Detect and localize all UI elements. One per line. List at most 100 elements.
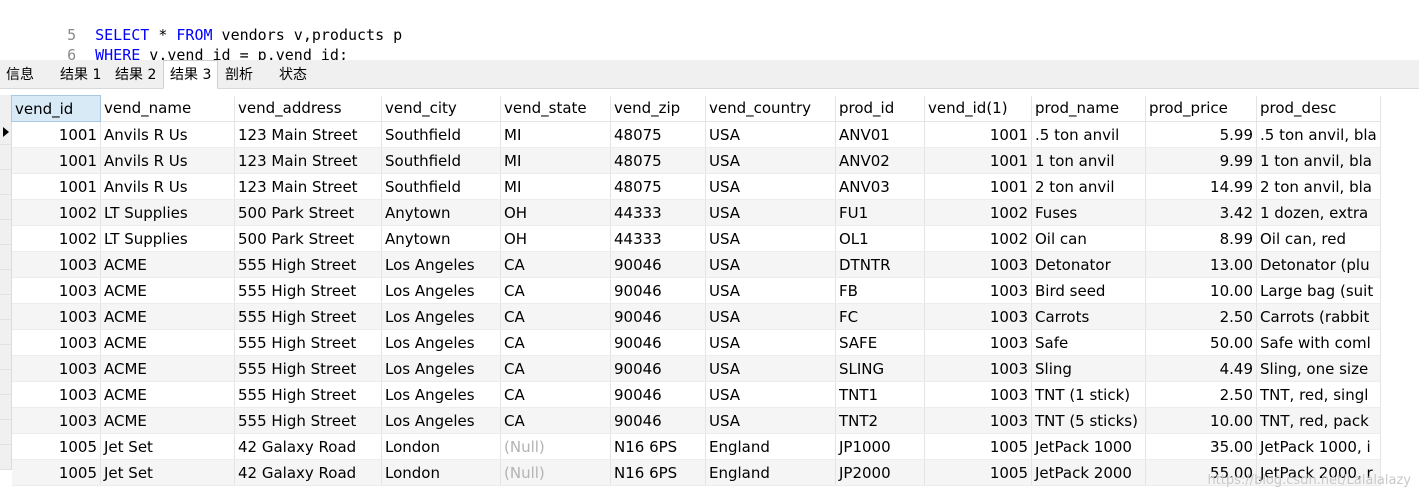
table-cell[interactable]: 1003	[11, 355, 101, 382]
table-cell[interactable]: (Null)	[500, 459, 611, 486]
table-cell[interactable]: FU1	[835, 199, 925, 226]
table-cell[interactable]: Los Angeles	[381, 251, 501, 278]
sql-editor[interactable]: 5 SELECT * FROM vendors v,products p 6 WHE…	[0, 0, 1419, 64]
table-cell[interactable]: 90046	[610, 277, 706, 304]
table-cell[interactable]: 1003	[924, 329, 1032, 356]
table-cell[interactable]: 1003	[924, 381, 1032, 408]
row-header[interactable]	[0, 295, 11, 320]
tab-result-1[interactable]: 结果 1	[54, 63, 107, 87]
table-cell[interactable]: USA	[705, 199, 836, 226]
table-cell[interactable]: 555 High Street	[234, 251, 382, 278]
table-row[interactable]: 1003 ACME 555 High Street Los Angeles CA 9004…	[11, 329, 1381, 356]
code-line-6[interactable]: 6 WHERE v.vend_id = p.vend_id;	[0, 25, 348, 64]
table-cell[interactable]: ACME	[100, 251, 235, 278]
table-cell[interactable]: 48075	[610, 121, 706, 148]
table-cell[interactable]: 48075	[610, 173, 706, 200]
table-cell[interactable]: 9.99	[1145, 147, 1257, 174]
table-cell[interactable]: 555 High Street	[234, 303, 382, 330]
table-cell[interactable]: Safe	[1031, 329, 1146, 356]
table-cell[interactable]: 1003	[11, 277, 101, 304]
table-cell[interactable]: Oil can	[1031, 225, 1146, 252]
table-cell[interactable]: USA	[705, 147, 836, 174]
table-cell[interactable]: DTNTR	[835, 251, 925, 278]
table-cell[interactable]: Sling, one size	[1256, 355, 1381, 382]
table-row[interactable]: 1001 Anvils R Us 123 Main Street Southfield…	[11, 173, 1381, 200]
table-cell[interactable]: USA	[705, 277, 836, 304]
table-cell[interactable]: USA	[705, 303, 836, 330]
table-cell[interactable]: OH	[500, 199, 611, 226]
column-header[interactable]: vend_zip	[610, 95, 706, 122]
table-cell[interactable]: USA	[705, 251, 836, 278]
table-cell[interactable]: Los Angeles	[381, 381, 501, 408]
table-cell[interactable]: JetPack 1000	[1031, 433, 1146, 460]
table-cell[interactable]: 500 Park Street	[234, 225, 382, 252]
table-cell[interactable]: OL1	[835, 225, 925, 252]
table-cell[interactable]: JetPack 2000	[1031, 459, 1146, 486]
table-cell[interactable]: Los Angeles	[381, 277, 501, 304]
table-cell[interactable]: Safe with coml	[1256, 329, 1381, 356]
row-header[interactable]	[0, 220, 11, 245]
column-header[interactable]: vend_name	[100, 95, 235, 122]
table-cell[interactable]: TNT (5 sticks)	[1031, 407, 1146, 434]
table-cell[interactable]: 500 Park Street	[234, 199, 382, 226]
column-header[interactable]: prod_price	[1145, 95, 1257, 122]
table-cell[interactable]: 90046	[610, 329, 706, 356]
row-header[interactable]	[0, 245, 11, 270]
table-cell[interactable]: 1005	[11, 459, 101, 486]
table-cell[interactable]: MI	[500, 173, 611, 200]
table-cell[interactable]: Large bag (suit	[1256, 277, 1381, 304]
table-cell[interactable]: USA	[705, 121, 836, 148]
table-cell[interactable]: 50.00	[1145, 329, 1257, 356]
table-cell[interactable]: 1001	[924, 121, 1032, 148]
table-cell[interactable]: 1003	[11, 407, 101, 434]
table-cell[interactable]: Bird seed	[1031, 277, 1146, 304]
tab-info[interactable]: 信息	[0, 63, 40, 87]
tab-result-2[interactable]: 结果 2	[109, 63, 162, 87]
row-header[interactable]	[0, 195, 11, 220]
table-row[interactable]: 1003 ACME 555 High Street Los Angeles CA 9004…	[11, 251, 1381, 278]
table-cell[interactable]: TNT, red, singl	[1256, 381, 1381, 408]
table-cell[interactable]: CA	[500, 355, 611, 382]
table-cell[interactable]: TNT2	[835, 407, 925, 434]
table-cell[interactable]: CA	[500, 251, 611, 278]
column-header[interactable]: prod_desc	[1256, 95, 1381, 122]
table-row[interactable]: 1001 Anvils R Us 123 Main Street Southfield…	[11, 121, 1381, 148]
table-cell[interactable]: Southfield	[381, 121, 501, 148]
row-header[interactable]	[0, 170, 11, 195]
table-cell[interactable]: 44333	[610, 225, 706, 252]
table-cell[interactable]: N16 6PS	[610, 433, 706, 460]
table-cell[interactable]: 1003	[924, 355, 1032, 382]
table-cell[interactable]: CA	[500, 303, 611, 330]
table-row[interactable]: 1003 ACME 555 High Street Los Angeles CA 9004…	[11, 303, 1381, 330]
table-cell[interactable]: LT Supplies	[100, 225, 235, 252]
table-cell[interactable]: 1003	[11, 381, 101, 408]
row-header[interactable]	[0, 270, 11, 295]
table-cell[interactable]: OH	[500, 225, 611, 252]
table-cell[interactable]: 2.50	[1145, 303, 1257, 330]
table-cell[interactable]: 44333	[610, 199, 706, 226]
table-cell[interactable]: Anvils R Us	[100, 173, 235, 200]
table-cell[interactable]: ACME	[100, 277, 235, 304]
table-cell[interactable]: 1 ton anvil	[1031, 147, 1146, 174]
table-cell[interactable]: Anvils R Us	[100, 121, 235, 148]
table-cell[interactable]: London	[381, 433, 501, 460]
table-cell[interactable]: .5 ton anvil	[1031, 121, 1146, 148]
column-header[interactable]: prod_name	[1031, 95, 1146, 122]
tab-status[interactable]: 状态	[273, 63, 313, 87]
table-cell[interactable]: 1 ton anvil, bla	[1256, 147, 1381, 174]
table-cell[interactable]: Los Angeles	[381, 303, 501, 330]
table-cell[interactable]: Detonator (plu	[1256, 251, 1381, 278]
table-cell[interactable]: MI	[500, 147, 611, 174]
table-row[interactable]: 1003 ACME 555 High Street Los Angeles CA 9004…	[11, 407, 1381, 434]
table-cell[interactable]: 1 dozen, extra	[1256, 199, 1381, 226]
column-header[interactable]: vend_state	[500, 95, 611, 122]
table-cell[interactable]: Los Angeles	[381, 355, 501, 382]
table-cell[interactable]: 555 High Street	[234, 355, 382, 382]
table-cell[interactable]: 1003	[11, 303, 101, 330]
row-header[interactable]	[0, 120, 11, 145]
table-cell[interactable]: 1001	[924, 147, 1032, 174]
table-cell[interactable]: 10.00	[1145, 277, 1257, 304]
row-header[interactable]	[0, 445, 11, 470]
table-cell[interactable]: 1001	[924, 173, 1032, 200]
table-cell[interactable]: 13.00	[1145, 251, 1257, 278]
